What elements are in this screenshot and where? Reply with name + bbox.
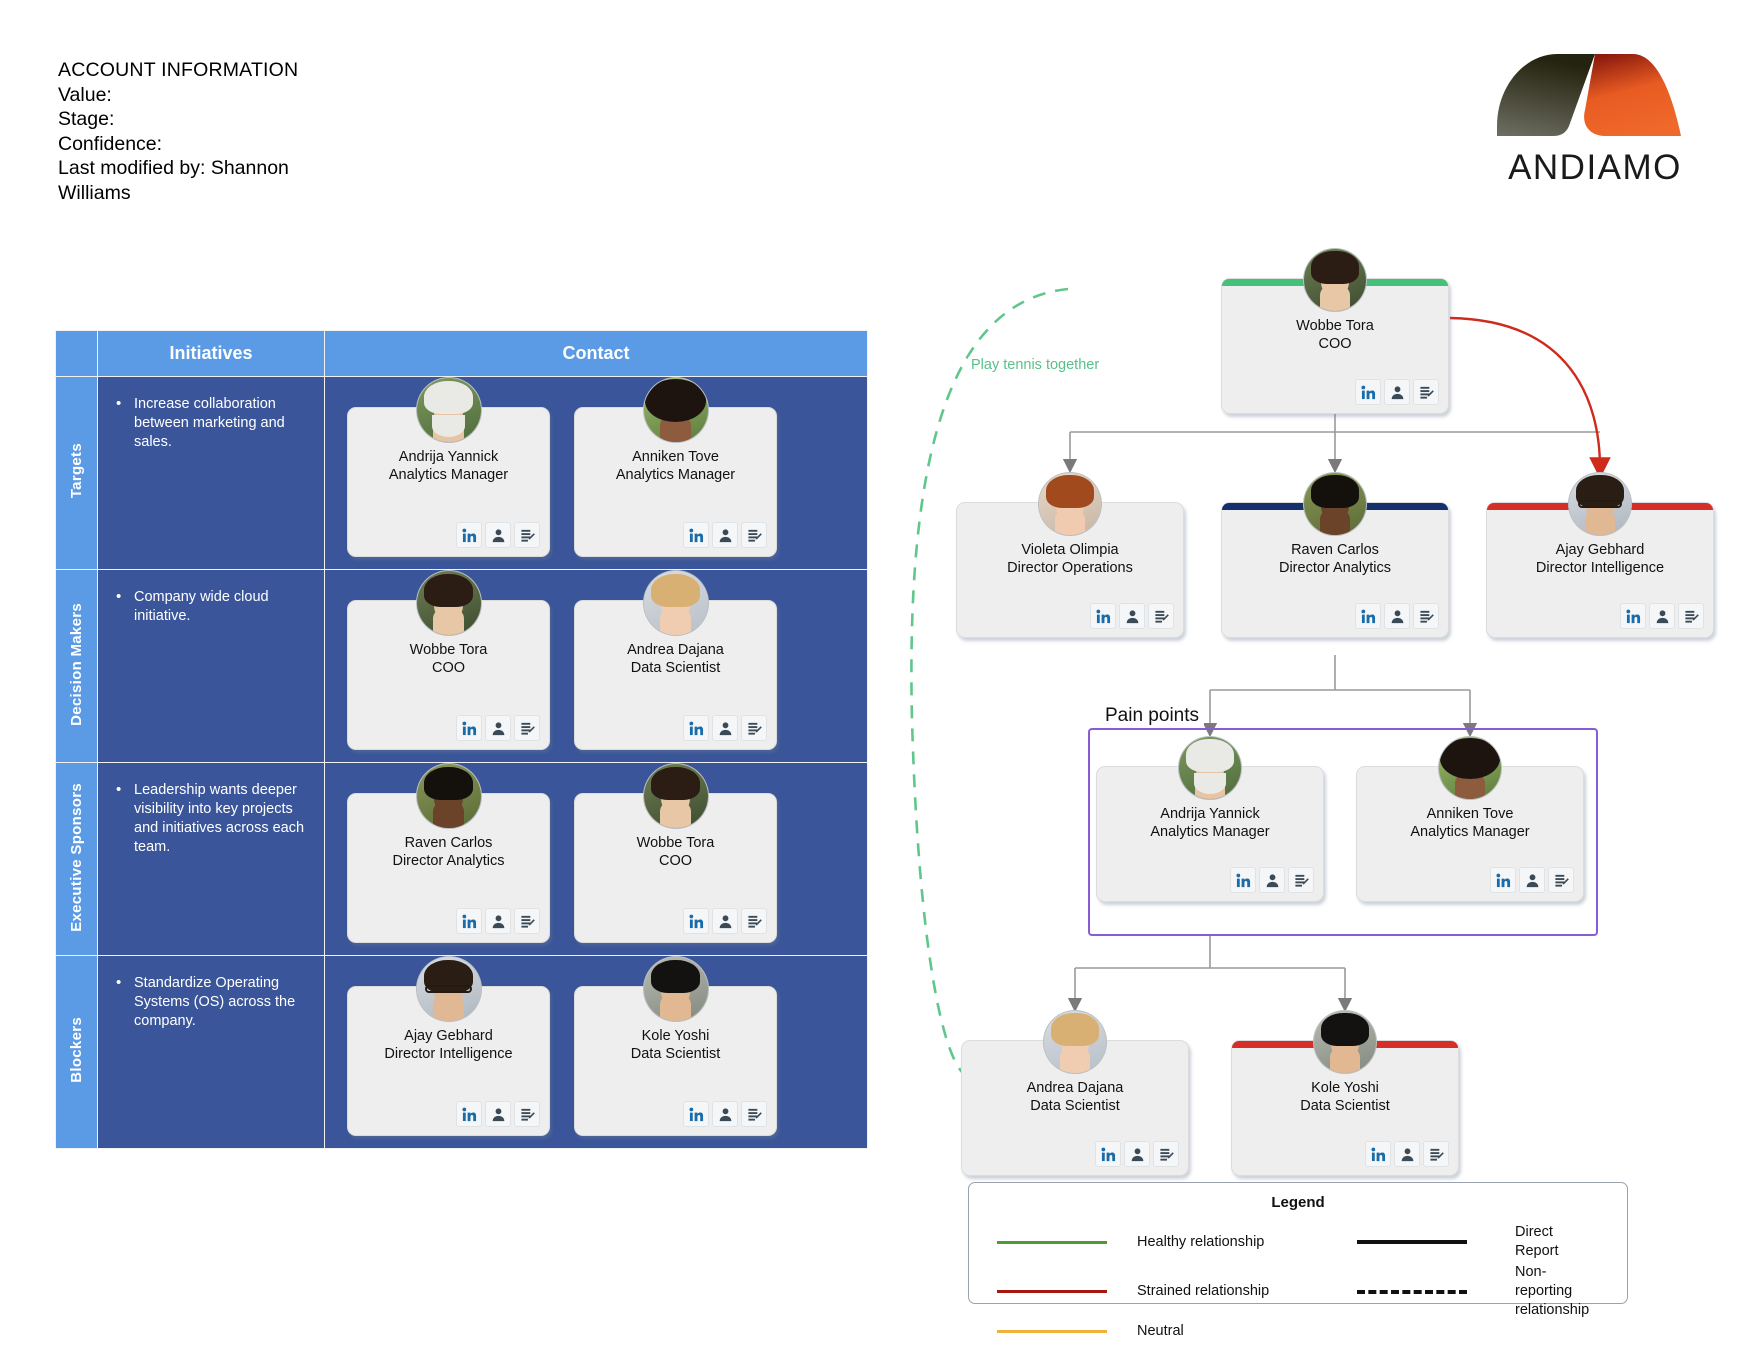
person-card[interactable]: Kole Yoshi Data Scientist: [1231, 1010, 1459, 1176]
notes-edit-icon[interactable]: [1423, 1141, 1449, 1167]
card-action-icons: [1365, 1141, 1449, 1167]
person-name: Violeta Olimpia: [1021, 542, 1119, 558]
pain-points-label: Pain points: [1100, 705, 1205, 727]
person-name: Kole Yoshi: [1311, 1080, 1379, 1096]
legend-title: Legend: [1271, 1194, 1325, 1211]
person-title: Director Analytics: [1278, 560, 1391, 576]
legend-swatch: [997, 1283, 1137, 1301]
person-card[interactable]: Violeta Olimpia Director Operations: [956, 472, 1184, 638]
legend-panel: Legend Healthy relationship Direct Report…: [968, 1182, 1628, 1339]
pain-points-group: [1088, 728, 1598, 936]
legend-label: Direct Report: [1515, 1224, 1559, 1259]
notes-edit-icon[interactable]: [1678, 603, 1704, 629]
card-action-icons: [1355, 603, 1439, 629]
org-chart: Wobbe Tora COO Violeta Olimpia Director Ope…: [0, 0, 1760, 1360]
notes-edit-icon[interactable]: [1153, 1141, 1179, 1167]
contact-person-icon[interactable]: [1394, 1141, 1420, 1167]
relationship-edge-label: Play tennis together: [968, 357, 1103, 373]
notes-edit-icon[interactable]: [1148, 603, 1174, 629]
legend-swatch: [997, 1323, 1137, 1341]
person-card[interactable]: Raven Carlos Director Analytics: [1221, 472, 1449, 638]
person-title: Data Scientist: [1030, 1098, 1120, 1114]
avatar: [1303, 248, 1367, 312]
card-action-icons: [1095, 1141, 1179, 1167]
person-title: COO: [1318, 336, 1352, 352]
avatar: [1043, 1010, 1107, 1074]
person-title: Director Intelligence: [1535, 560, 1665, 576]
card-action-icons: [1090, 603, 1174, 629]
legend-label: Neutral: [1137, 1323, 1184, 1339]
legend-swatch: [1357, 1283, 1497, 1301]
org-chart-connectors: [910, 287, 1611, 1077]
legend-label: Strained relationship: [1137, 1283, 1270, 1299]
linkedin-icon[interactable]: [1355, 379, 1381, 405]
person-name: Wobbe Tora: [1296, 318, 1374, 334]
notes-edit-icon[interactable]: [1413, 603, 1439, 629]
card-action-icons: [1620, 603, 1704, 629]
contact-person-icon[interactable]: [1384, 603, 1410, 629]
legend-swatch: [1357, 1323, 1497, 1341]
legend-swatch: [997, 1233, 1137, 1251]
avatar: [1568, 472, 1632, 536]
contact-person-icon[interactable]: [1119, 603, 1145, 629]
linkedin-icon[interactable]: [1095, 1141, 1121, 1167]
person-name: Andrea Dajana: [1026, 1080, 1124, 1096]
person-card[interactable]: Wobbe Tora COO: [1221, 248, 1449, 414]
person-card[interactable]: Ajay Gebhard Director Intelligence: [1486, 472, 1714, 638]
legend-swatch: [1357, 1233, 1497, 1251]
contact-person-icon[interactable]: [1649, 603, 1675, 629]
notes-edit-icon[interactable]: [1413, 379, 1439, 405]
linkedin-icon[interactable]: [1365, 1141, 1391, 1167]
person-card[interactable]: Andrea Dajana Data Scientist: [961, 1010, 1189, 1176]
legend-label: Healthy relationship: [1137, 1233, 1265, 1250]
linkedin-icon[interactable]: [1620, 603, 1646, 629]
avatar: [1313, 1010, 1377, 1074]
avatar: [1303, 472, 1367, 536]
linkedin-icon[interactable]: [1090, 603, 1116, 629]
contact-person-icon[interactable]: [1384, 379, 1410, 405]
person-name: Ajay Gebhard: [1555, 542, 1645, 558]
person-name: Raven Carlos: [1291, 542, 1379, 558]
legend-label: Non-reporting relationship: [1515, 1264, 1590, 1318]
contact-person-icon[interactable]: [1124, 1141, 1150, 1167]
person-title: Director Operations: [1007, 560, 1133, 576]
linkedin-icon[interactable]: [1355, 603, 1381, 629]
person-title: Data Scientist: [1300, 1098, 1390, 1114]
card-action-icons: [1355, 379, 1439, 405]
avatar: [1038, 472, 1102, 536]
